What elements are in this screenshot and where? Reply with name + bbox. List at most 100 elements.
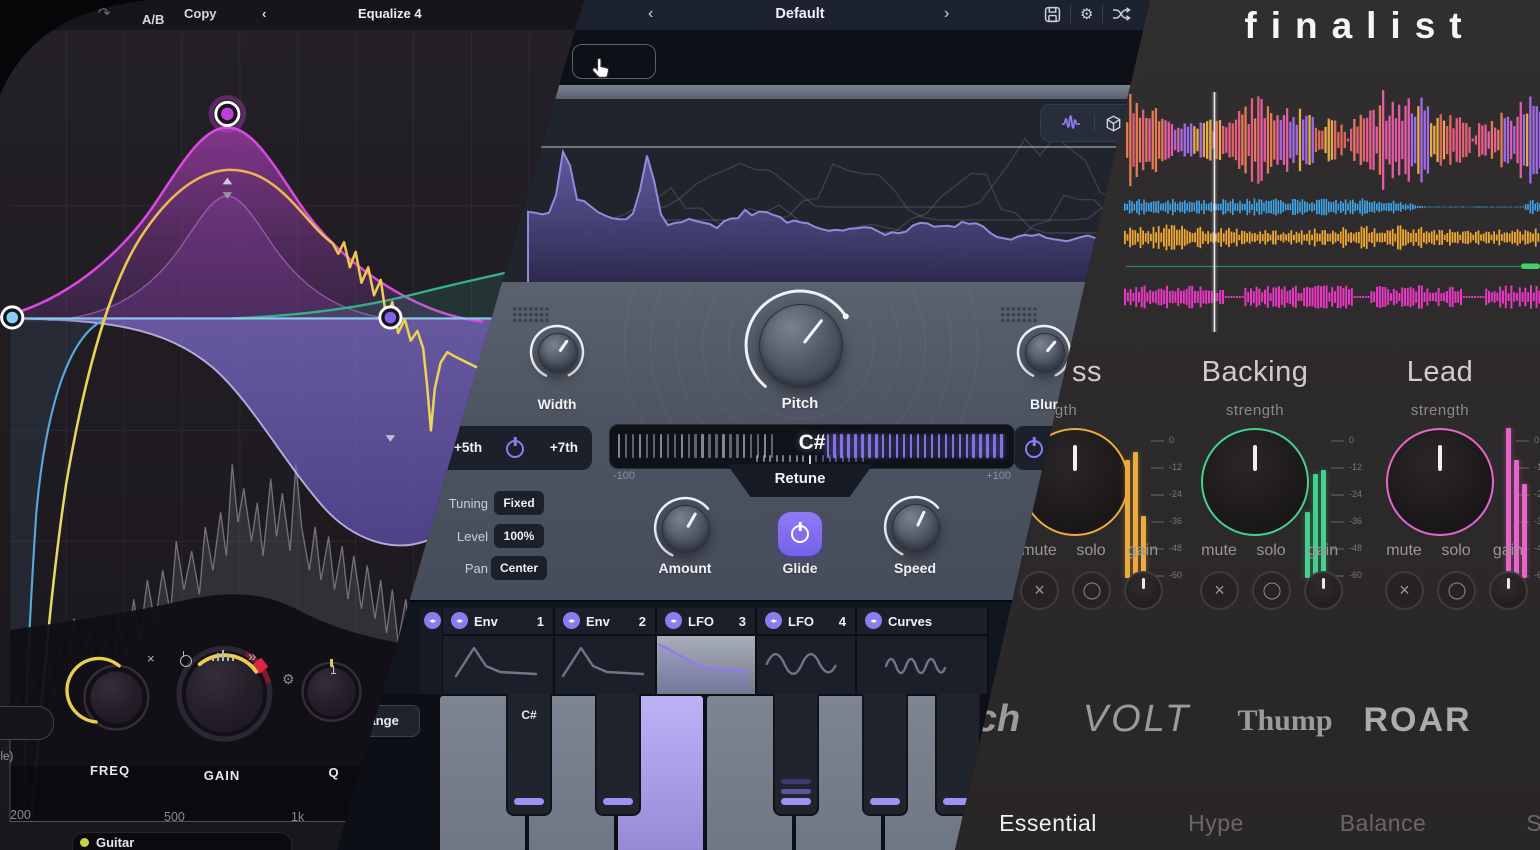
- meter-bar: [1313, 474, 1318, 578]
- interval-7th-button[interactable]: +7th: [550, 440, 578, 455]
- gain-button[interactable]: [1304, 571, 1343, 610]
- modulator-stub[interactable]: ◂▸: [420, 608, 444, 694]
- finalist-tab-sa[interactable]: Sa: [1486, 810, 1540, 837]
- meter-tick-label: -12: [1349, 462, 1362, 472]
- gain-button[interactable]: [1489, 571, 1528, 610]
- preset-status-dot: [80, 838, 89, 847]
- interval-5th-button[interactable]: +5th: [454, 440, 482, 455]
- divider: [1102, 5, 1103, 23]
- modulator-tab-lfo3[interactable]: ◂▸LFO3: [657, 608, 757, 694]
- cube-icon[interactable]: [1105, 115, 1122, 132]
- freq-knob-label: FREQ: [90, 763, 130, 778]
- black-key[interactable]: [595, 694, 641, 816]
- save-icon[interactable]: [1044, 6, 1061, 23]
- meter-tick-label: -48: [1169, 543, 1182, 553]
- subbar-button[interactable]: [572, 44, 656, 79]
- eq-node-bell[interactable]: [211, 98, 244, 131]
- amount-knob[interactable]: [646, 489, 724, 567]
- band-power-bar: [183, 651, 185, 657]
- shuffle-icon[interactable]: [1112, 6, 1131, 22]
- retune-min: -100: [613, 470, 635, 482]
- freq-axis-500: 500: [164, 810, 185, 824]
- modulator-tab-env2[interactable]: ◂▸Env2: [555, 608, 657, 694]
- brand-logo-thump: Thump: [1215, 698, 1355, 738]
- back-chevron-icon[interactable]: ‹: [262, 6, 266, 21]
- solo-button[interactable]: [1252, 571, 1291, 610]
- band-remove-icon[interactable]: ×: [147, 651, 155, 666]
- solo-button[interactable]: [1437, 571, 1476, 610]
- modulator-tab-curves[interactable]: ◂▸Curves: [857, 608, 989, 694]
- meter-tick-label: 0: [1534, 435, 1539, 445]
- preset-next-icon[interactable]: ›: [944, 5, 949, 23]
- channel-title: Lead: [1407, 356, 1474, 389]
- glide-button[interactable]: [778, 512, 822, 556]
- level-value[interactable]: 100%: [494, 524, 544, 548]
- meter-bar: [1125, 460, 1130, 578]
- modulator-tab-env1[interactable]: ◂▸Env1: [443, 608, 555, 694]
- finalist-tab-balance[interactable]: Balance: [1328, 810, 1438, 837]
- finalist-tab-hype[interactable]: Hype: [1161, 810, 1271, 837]
- mute-button[interactable]: ×: [1385, 571, 1424, 610]
- speed-knob[interactable]: [876, 488, 954, 566]
- preset-prev-icon[interactable]: ‹: [648, 5, 653, 23]
- eq-node-scoop[interactable]: [380, 307, 401, 328]
- gain-label: gain: [1493, 542, 1523, 560]
- meter-tick-label: -36: [1534, 516, 1540, 526]
- meter-tick-label: -12: [1169, 462, 1182, 472]
- blur-knob-label: Blur: [1030, 396, 1058, 412]
- waveform-tracks[interactable]: [1090, 85, 1540, 340]
- gain-button[interactable]: [1124, 571, 1163, 610]
- right-power-icon[interactable]: [1025, 440, 1043, 458]
- copy-button[interactable]: Copy: [184, 6, 217, 21]
- retune-max: +100: [966, 470, 1011, 482]
- note-display[interactable]: C#: [609, 424, 1015, 469]
- channel-strength-knob[interactable]: [1386, 428, 1494, 536]
- channel-strength-label: strength: [1411, 402, 1469, 419]
- solo-button[interactable]: [1072, 571, 1111, 610]
- mute-label: mute: [1201, 542, 1237, 560]
- mute-button[interactable]: ×: [1020, 571, 1059, 610]
- band-settings-gear-icon[interactable]: ⚙: [282, 671, 295, 688]
- q-knob-label: Q: [328, 765, 339, 780]
- band-analyzer-icon[interactable]: [210, 648, 234, 662]
- meter-bar: [1321, 470, 1326, 578]
- q-value: 1: [330, 663, 337, 677]
- meter-tick-label: -60: [1534, 570, 1540, 580]
- header-icons: ⚙: [1044, 5, 1131, 23]
- gain-label: gain: [1308, 542, 1338, 560]
- waveform-view-icon[interactable]: [1058, 115, 1084, 131]
- black-key[interactable]: [862, 694, 908, 816]
- mute-label: mute: [1021, 542, 1057, 560]
- glide-label: Glide: [782, 560, 817, 576]
- black-key[interactable]: C#: [506, 694, 552, 816]
- freq-axis-200: 200: [10, 808, 31, 822]
- channel-strength-knob[interactable]: [1201, 428, 1309, 536]
- interval-power-icon[interactable]: [506, 440, 524, 458]
- finalist-logo: finalist: [1150, 5, 1540, 47]
- meter-tick-label: -36: [1169, 516, 1182, 526]
- speed-knob-label: Speed: [894, 560, 936, 576]
- tuning-value[interactable]: Fixed: [494, 491, 544, 515]
- settings-gear-icon[interactable]: ⚙: [1080, 5, 1093, 23]
- hand-cursor-icon: [590, 56, 610, 80]
- finalist-tab-essential[interactable]: Essential: [993, 810, 1103, 837]
- band-expand-icon[interactable]: »: [248, 648, 256, 665]
- pitch-knob[interactable]: [737, 282, 863, 408]
- width-knob[interactable]: [522, 317, 592, 387]
- eq-node-left[interactable]: [2, 307, 23, 328]
- meter-tick-label: 0: [1349, 435, 1354, 445]
- modulator-stub-icon: ◂▸: [424, 612, 441, 629]
- eq-title: Equalize 4: [358, 6, 422, 21]
- divider: [1094, 114, 1095, 132]
- left-edge-fragment: (Multiple): [0, 751, 13, 763]
- retune-tab[interactable]: Retune: [727, 464, 873, 497]
- pan-value[interactable]: Center: [491, 556, 547, 580]
- meter-bar: [1514, 460, 1519, 578]
- meter-bar: [1522, 484, 1527, 578]
- solo-label: solo: [1441, 542, 1470, 560]
- preset-name[interactable]: Default: [720, 6, 880, 22]
- mute-button[interactable]: ×: [1200, 571, 1239, 610]
- black-key[interactable]: [773, 694, 819, 816]
- left-edge-pill[interactable]: [0, 706, 54, 740]
- modulator-tab-lfo4[interactable]: ◂▸LFO4: [757, 608, 857, 694]
